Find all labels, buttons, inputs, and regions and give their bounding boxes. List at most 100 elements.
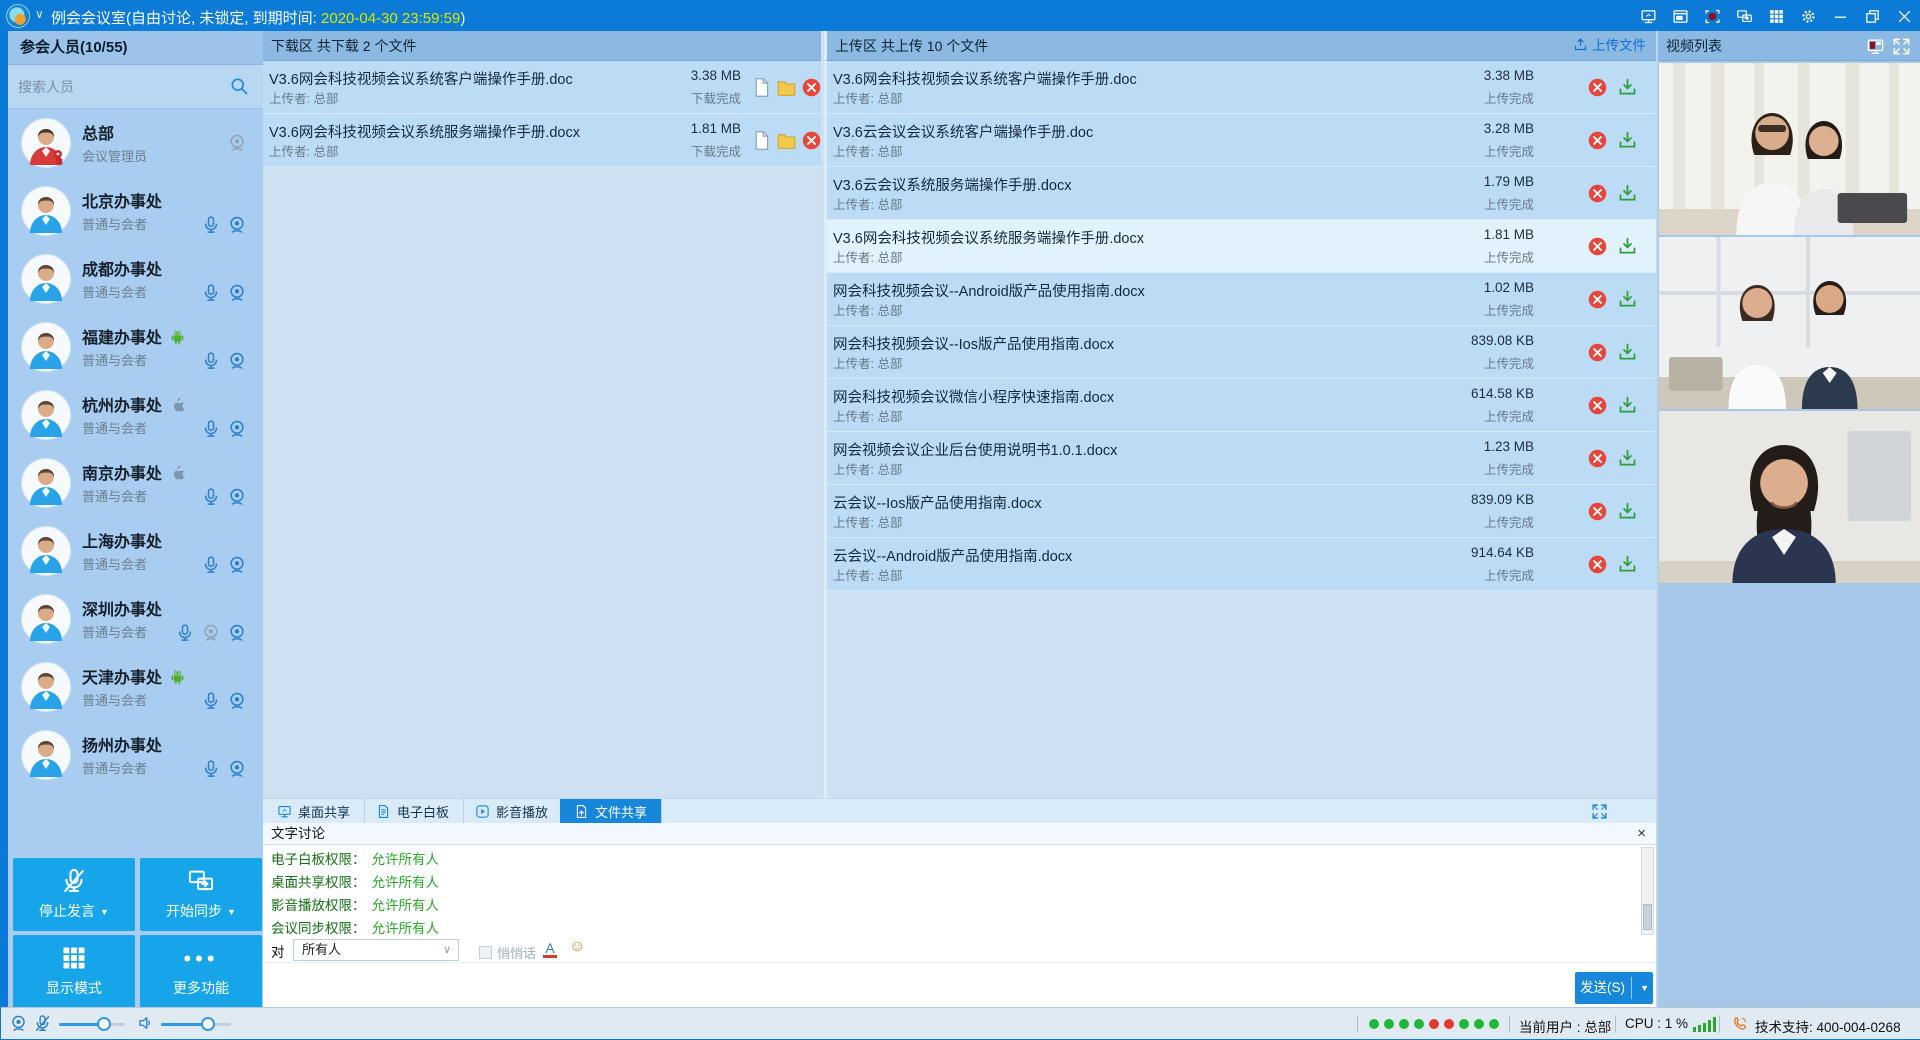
camera-icon[interactable]: [227, 623, 247, 643]
emoji-icon[interactable]: ☺: [569, 938, 585, 956]
send-button[interactable]: 发送(S) ▼: [1575, 972, 1653, 1004]
file-row-selected[interactable]: V3.6网会科技视频会议系统服务端操作手册.docx 上传者: 总部 1.81 …: [827, 220, 1656, 273]
participant-row[interactable]: 杭州办事处 普通与会者: [8, 381, 263, 449]
camera-off-icon[interactable]: [227, 133, 247, 153]
upload-file-link[interactable]: 上传文件: [1573, 31, 1646, 61]
download-file-icon[interactable]: [1617, 289, 1638, 310]
fullscreen-icon[interactable]: [1892, 37, 1911, 56]
mic-icon[interactable]: [201, 691, 221, 711]
whisper-checkbox[interactable]: 悄悄话: [479, 943, 536, 962]
stop-speaking-button[interactable]: 停止发言▼: [13, 858, 135, 931]
camera-icon[interactable]: [227, 215, 247, 235]
participant-row[interactable]: 福建办事处 普通与会者: [8, 313, 263, 381]
screen-share-icon[interactable]: [1637, 5, 1659, 27]
camera-off-icon[interactable]: [201, 623, 221, 643]
camera-icon[interactable]: [227, 555, 247, 575]
search-input[interactable]: [18, 73, 228, 101]
more-functions-button[interactable]: ••• 更多功能: [140, 935, 262, 1008]
remove-file-icon[interactable]: [1587, 342, 1608, 363]
participant-row[interactable]: 天津办事处 普通与会者: [8, 653, 263, 721]
chat-input-area[interactable]: 发送(S) ▼: [263, 963, 1656, 1009]
download-file-icon[interactable]: [1617, 130, 1638, 151]
remove-file-icon[interactable]: [1587, 130, 1608, 151]
participant-row[interactable]: 深圳办事处 普通与会者: [8, 585, 263, 653]
remove-file-icon[interactable]: [1587, 448, 1608, 469]
participant-row[interactable]: 扬州办事处 普通与会者: [8, 721, 263, 789]
remove-file-icon[interactable]: [1587, 395, 1608, 416]
sync-screens-icon[interactable]: [1733, 5, 1755, 27]
open-file-icon[interactable]: [751, 77, 772, 98]
chevron-down-icon[interactable]: ▼: [1640, 972, 1649, 1004]
remove-file-icon[interactable]: [801, 77, 822, 98]
remove-file-icon[interactable]: [1587, 77, 1608, 98]
mic-off-icon[interactable]: [33, 1014, 52, 1033]
mic-icon[interactable]: [201, 759, 221, 779]
tab-desktop-share[interactable]: 桌面共享: [263, 799, 365, 824]
expand-icon[interactable]: [1591, 803, 1608, 820]
speaker-icon[interactable]: [137, 1014, 155, 1032]
download-file-icon[interactable]: [1617, 342, 1638, 363]
file-row[interactable]: 网会科技视频会议--Ios版产品使用指南.docx 上传者: 总部 839.08…: [827, 326, 1656, 379]
mic-volume-slider[interactable]: [59, 1023, 125, 1026]
file-row[interactable]: 网会视频会议企业后台使用说明书1.0.1.docx 上传者: 总部 1.23 M…: [827, 432, 1656, 485]
file-row[interactable]: V3.6网会科技视频会议系统客户端操作手册.doc 上传者: 总部 3.38 M…: [827, 61, 1656, 114]
remove-file-icon[interactable]: [1587, 554, 1608, 575]
file-row[interactable]: V3.6云会议系统服务端操作手册.docx 上传者: 总部 1.79 MB 上传…: [827, 167, 1656, 220]
slider-knob[interactable]: [201, 1017, 215, 1031]
record-icon[interactable]: [1701, 5, 1723, 27]
mic-icon[interactable]: [201, 487, 221, 507]
download-file-icon[interactable]: [1617, 183, 1638, 204]
chevron-down-icon[interactable]: ∨: [35, 7, 44, 21]
start-sync-button[interactable]: 开始同步▼: [140, 858, 262, 931]
tab-whiteboard[interactable]: 电子白板: [362, 799, 464, 824]
file-row[interactable]: V3.6云会议会议系统客户端操作手册.doc 上传者: 总部 3.28 MB 上…: [827, 114, 1656, 167]
remove-file-icon[interactable]: [1587, 501, 1608, 522]
open-folder-icon[interactable]: [776, 77, 797, 98]
video-thumbnail[interactable]: [1659, 411, 1920, 583]
restore-button[interactable]: [1861, 5, 1883, 27]
camera-icon[interactable]: [227, 691, 247, 711]
mic-icon[interactable]: [201, 283, 221, 303]
download-file-icon[interactable]: [1617, 554, 1638, 575]
window-mode-icon[interactable]: [1669, 5, 1691, 27]
participant-row[interactable]: 总部 会议管理员: [8, 109, 263, 177]
slider-knob[interactable]: [97, 1017, 111, 1031]
tab-media-play[interactable]: 影音播放: [461, 799, 563, 824]
remove-file-icon[interactable]: [1587, 183, 1608, 204]
camera-icon[interactable]: [227, 283, 247, 303]
camera-icon[interactable]: [227, 487, 247, 507]
file-row[interactable]: 网会科技视频会议--Android版产品使用指南.docx 上传者: 总部 1.…: [827, 273, 1656, 326]
download-file-icon[interactable]: [1617, 448, 1638, 469]
participant-row[interactable]: 北京办事处 普通与会者: [8, 177, 263, 245]
mic-icon[interactable]: [201, 215, 221, 235]
mic-icon[interactable]: [201, 419, 221, 439]
minimize-button[interactable]: [1829, 5, 1851, 27]
chat-message-area[interactable]: 电子白板权限：允许所有人 桌面共享权限：允许所有人 影音播放权限：允许所有人 会…: [263, 845, 1656, 937]
participant-row[interactable]: 成都办事处 普通与会者: [8, 245, 263, 313]
camera-icon[interactable]: [227, 759, 247, 779]
participant-row[interactable]: 南京办事处 普通与会者: [8, 449, 263, 517]
file-row[interactable]: V3.6网会科技视频会议系统服务端操作手册.docx 上传者: 总部 1.81 …: [263, 114, 821, 167]
camera-icon[interactable]: [227, 351, 247, 371]
camera-icon[interactable]: [9, 1014, 28, 1033]
chat-scrollbar[interactable]: [1641, 847, 1654, 935]
recipient-dropdown[interactable]: 所有人 ∨: [293, 939, 459, 961]
download-file-icon[interactable]: [1617, 236, 1638, 257]
file-row[interactable]: 云会议--Android版产品使用指南.docx 上传者: 总部 914.64 …: [827, 538, 1656, 591]
font-color-icon[interactable]: A: [541, 940, 559, 958]
mic-icon[interactable]: [201, 351, 221, 371]
display-mode-button[interactable]: 显示模式: [13, 935, 135, 1008]
file-row[interactable]: 云会议--Ios版产品使用指南.docx 上传者: 总部 839.09 KB 上…: [827, 485, 1656, 538]
close-icon[interactable]: ×: [1637, 823, 1646, 845]
file-row[interactable]: 网会科技视频会议微信小程序快速指南.docx 上传者: 总部 614.58 KB…: [827, 379, 1656, 432]
remove-file-icon[interactable]: [801, 130, 822, 151]
search-icon[interactable]: [229, 76, 249, 96]
download-file-icon[interactable]: [1617, 395, 1638, 416]
speaker-volume-slider[interactable]: [161, 1023, 231, 1026]
mic-icon[interactable]: [175, 623, 195, 643]
video-thumbnail[interactable]: [1659, 237, 1920, 409]
video-layout-icon[interactable]: [1866, 37, 1885, 56]
file-row[interactable]: V3.6网会科技视频会议系统客户端操作手册.doc 上传者: 总部 3.38 M…: [263, 61, 821, 114]
download-file-icon[interactable]: [1617, 501, 1638, 522]
grid-layout-icon[interactable]: [1765, 5, 1787, 27]
